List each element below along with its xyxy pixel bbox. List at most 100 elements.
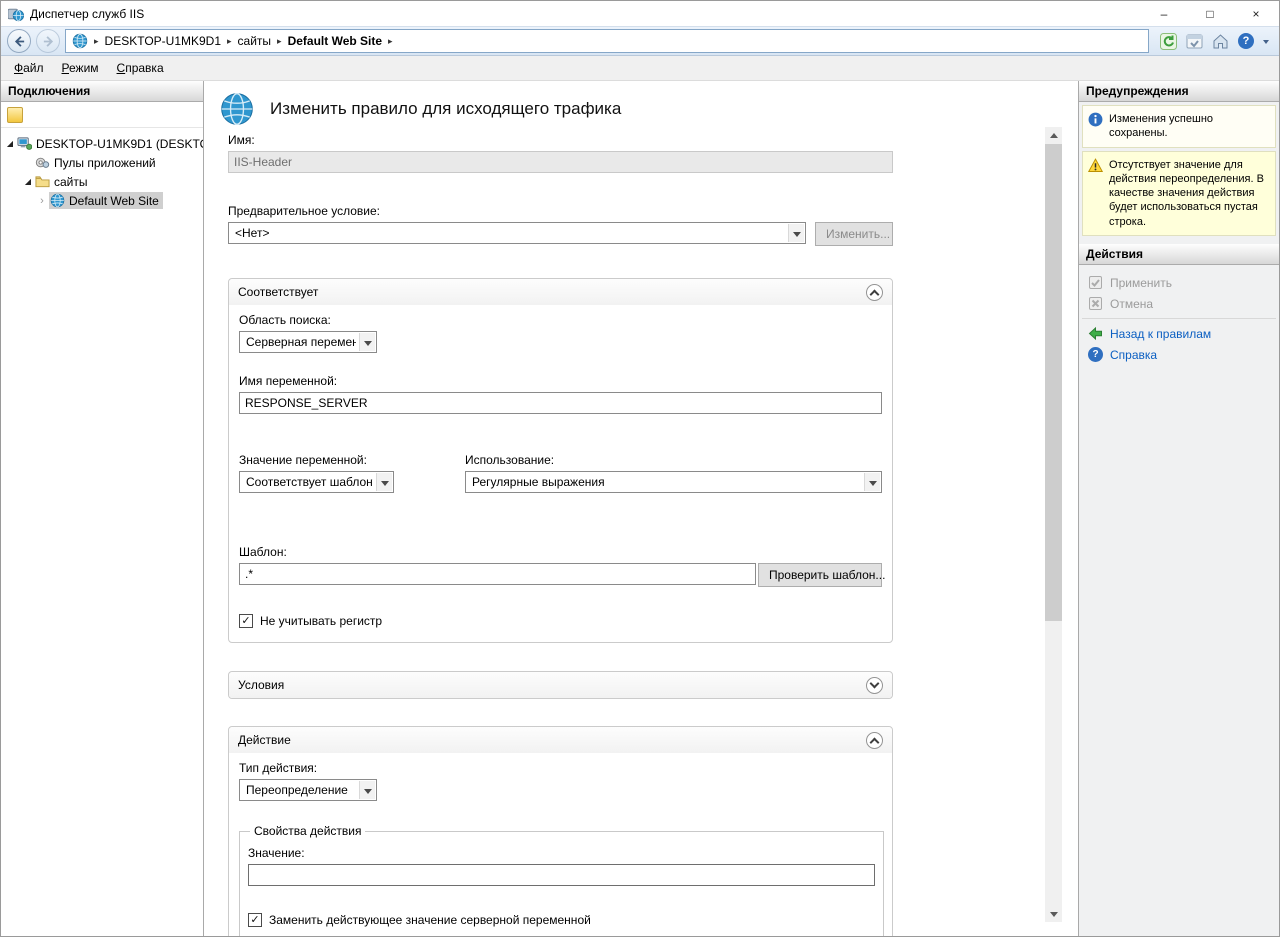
breadcrumb-item-server[interactable]: DESKTOP-U1MK9D1 (105, 34, 221, 48)
connections-header: Подключения (1, 81, 203, 102)
help-icon[interactable]: ? (1238, 33, 1254, 49)
using-value: Регулярные выражения (472, 475, 605, 489)
precondition-value: <Нет> (235, 226, 269, 240)
breadcrumb[interactable]: ▸ DESKTOP-U1MK9D1 ▸ сайты ▸ Default Web … (65, 29, 1149, 53)
actions-list: Применить Отмена Назад к правилам (1079, 265, 1279, 372)
cancel-icon (1088, 296, 1103, 311)
collapse-button[interactable] (866, 732, 883, 749)
replace-value-row: ✓ Заменить действующее значение серверно… (248, 913, 875, 927)
connections-panel: Подключения ◢ DESKTOP-U1MK9D1 (DESKTOP (1, 81, 204, 936)
save-connection-icon[interactable] (7, 107, 23, 123)
variable-value-label: Значение переменной: (239, 453, 465, 467)
test-pattern-button[interactable]: Проверить шаблон... (758, 563, 882, 587)
expand-button[interactable] (866, 677, 883, 694)
help-icon: ? (1088, 347, 1103, 362)
sites-folder-icon (35, 174, 50, 189)
variable-value-group: Значение переменной: Соответствует шабло… (239, 453, 465, 493)
variable-value-select[interactable]: Соответствует шаблону (239, 471, 394, 493)
help-menu-chevron-icon[interactable] (1263, 40, 1269, 47)
minimize-button[interactable]: – (1141, 1, 1187, 26)
page-title: Изменить правило для исходящего трафика (270, 99, 621, 119)
warning-alert-text: Отсутствует значение для действия переоп… (1109, 158, 1270, 229)
back-arrow-icon (13, 35, 26, 48)
precondition-select[interactable]: <Нет> (228, 222, 806, 244)
ignore-case-checkbox[interactable]: ✓ (239, 614, 253, 628)
warning-icon (1088, 158, 1103, 173)
forward-button[interactable] (36, 29, 60, 53)
window-title: Диспетчер служб IIS (30, 7, 144, 21)
window-controls: – □ × (1141, 1, 1279, 26)
using-group: Использование: Регулярные выражения (465, 453, 882, 493)
match-section-body: Область поиска: Серверная переменн Имя п… (229, 305, 892, 642)
chevron-down-icon (870, 679, 880, 689)
menu-view[interactable]: Режим (53, 56, 108, 80)
value-input[interactable] (248, 864, 875, 886)
vertical-scrollbar[interactable] (1045, 127, 1062, 922)
chevron-up-icon (870, 737, 880, 747)
scrollbar-thumb[interactable] (1045, 144, 1062, 621)
help-action[interactable]: ? Справка (1079, 344, 1279, 365)
action-type-select[interactable]: Переопределение (239, 779, 377, 801)
forward-arrow-icon (42, 35, 55, 48)
tree-item-server-label: DESKTOP-U1MK9D1 (DESKTOP (36, 137, 203, 151)
refresh-icon[interactable] (1160, 33, 1177, 50)
match-section-title: Соответствует (238, 285, 318, 299)
expander-collapsed-icon[interactable]: › (35, 195, 49, 207)
replace-value-label: Заменить действующее значение серверной … (269, 913, 591, 927)
conditions-section-header[interactable]: Условия (229, 672, 892, 698)
close-button[interactable]: × (1233, 1, 1279, 26)
home-icon[interactable] (1212, 33, 1229, 50)
actions-header: Действия (1079, 244, 1279, 265)
app-icon (8, 6, 24, 22)
chevron-down-icon (359, 333, 375, 351)
using-select[interactable]: Регулярные выражения (465, 471, 882, 493)
using-label: Использование: (465, 453, 882, 467)
conditions-section-title: Условия (238, 678, 284, 692)
menu-help[interactable]: Справка (108, 56, 173, 80)
expander-expanded-icon[interactable]: ◢ (3, 139, 17, 148)
cancel-label: Отмена (1110, 297, 1153, 311)
tree-item-default-web-site[interactable]: › Default Web Site (3, 191, 203, 210)
alerts-header: Предупреждения (1079, 81, 1279, 102)
site-globe-icon (50, 193, 65, 208)
action-section-title: Действие (238, 733, 291, 747)
scope-select[interactable]: Серверная переменн (239, 331, 377, 353)
action-type-label: Тип действия: (239, 761, 882, 775)
breadcrumb-item-default-web-site[interactable]: Default Web Site (288, 34, 382, 48)
title-bar: Диспетчер служб IIS – □ × (1, 1, 1279, 26)
apply-action: Применить (1079, 272, 1279, 293)
scroll-down-button[interactable] (1045, 905, 1062, 922)
tree-item-server[interactable]: ◢ DESKTOP-U1MK9D1 (DESKTOP (3, 134, 203, 153)
expander-expanded-icon[interactable]: ◢ (21, 177, 35, 186)
variable-name-input[interactable] (239, 392, 882, 414)
action-section-header[interactable]: Действие (229, 727, 892, 753)
menu-bar: Файл Режим Справка (1, 56, 1279, 81)
match-section-header[interactable]: Соответствует (229, 279, 892, 305)
ignore-case-label: Не учитывать регистр (260, 614, 382, 628)
breadcrumb-item-sites[interactable]: сайты (238, 34, 272, 48)
chevron-down-icon (359, 781, 375, 799)
cancel-action: Отмена (1079, 293, 1279, 314)
variable-name-label: Имя переменной: (239, 374, 882, 388)
tree-item-app-pools-label: Пулы приложений (54, 156, 156, 170)
breadcrumb-separator-icon: ▸ (388, 36, 393, 47)
pattern-input[interactable] (239, 563, 756, 585)
maximize-button[interactable]: □ (1187, 1, 1233, 26)
actions-panel: Предупреждения Изменения успешно сохране… (1078, 81, 1279, 936)
addressbar-toolbar: ? (1160, 33, 1269, 50)
back-to-rules-action[interactable]: Назад к правилам (1079, 323, 1279, 344)
collapse-button[interactable] (866, 284, 883, 301)
menu-file[interactable]: Файл (5, 56, 53, 80)
tree-item-app-pools[interactable]: Пулы приложений (3, 153, 203, 172)
back-button[interactable] (7, 29, 31, 53)
iis-manager-window: Диспетчер служб IIS – □ × ▸ DESKTOP-U1MK… (0, 0, 1280, 937)
replace-value-checkbox[interactable]: ✓ (248, 913, 262, 927)
scroll-up-button[interactable] (1045, 127, 1062, 144)
workspace: Подключения ◢ DESKTOP-U1MK9D1 (DESKTOP (1, 81, 1279, 936)
conditions-section: Условия (228, 671, 893, 699)
apply-icon (1088, 275, 1103, 290)
name-label: Имя: (228, 133, 893, 147)
delegation-icon[interactable] (1186, 33, 1203, 50)
tree-item-sites[interactable]: ◢ сайты (3, 172, 203, 191)
chevron-up-icon (870, 289, 880, 299)
